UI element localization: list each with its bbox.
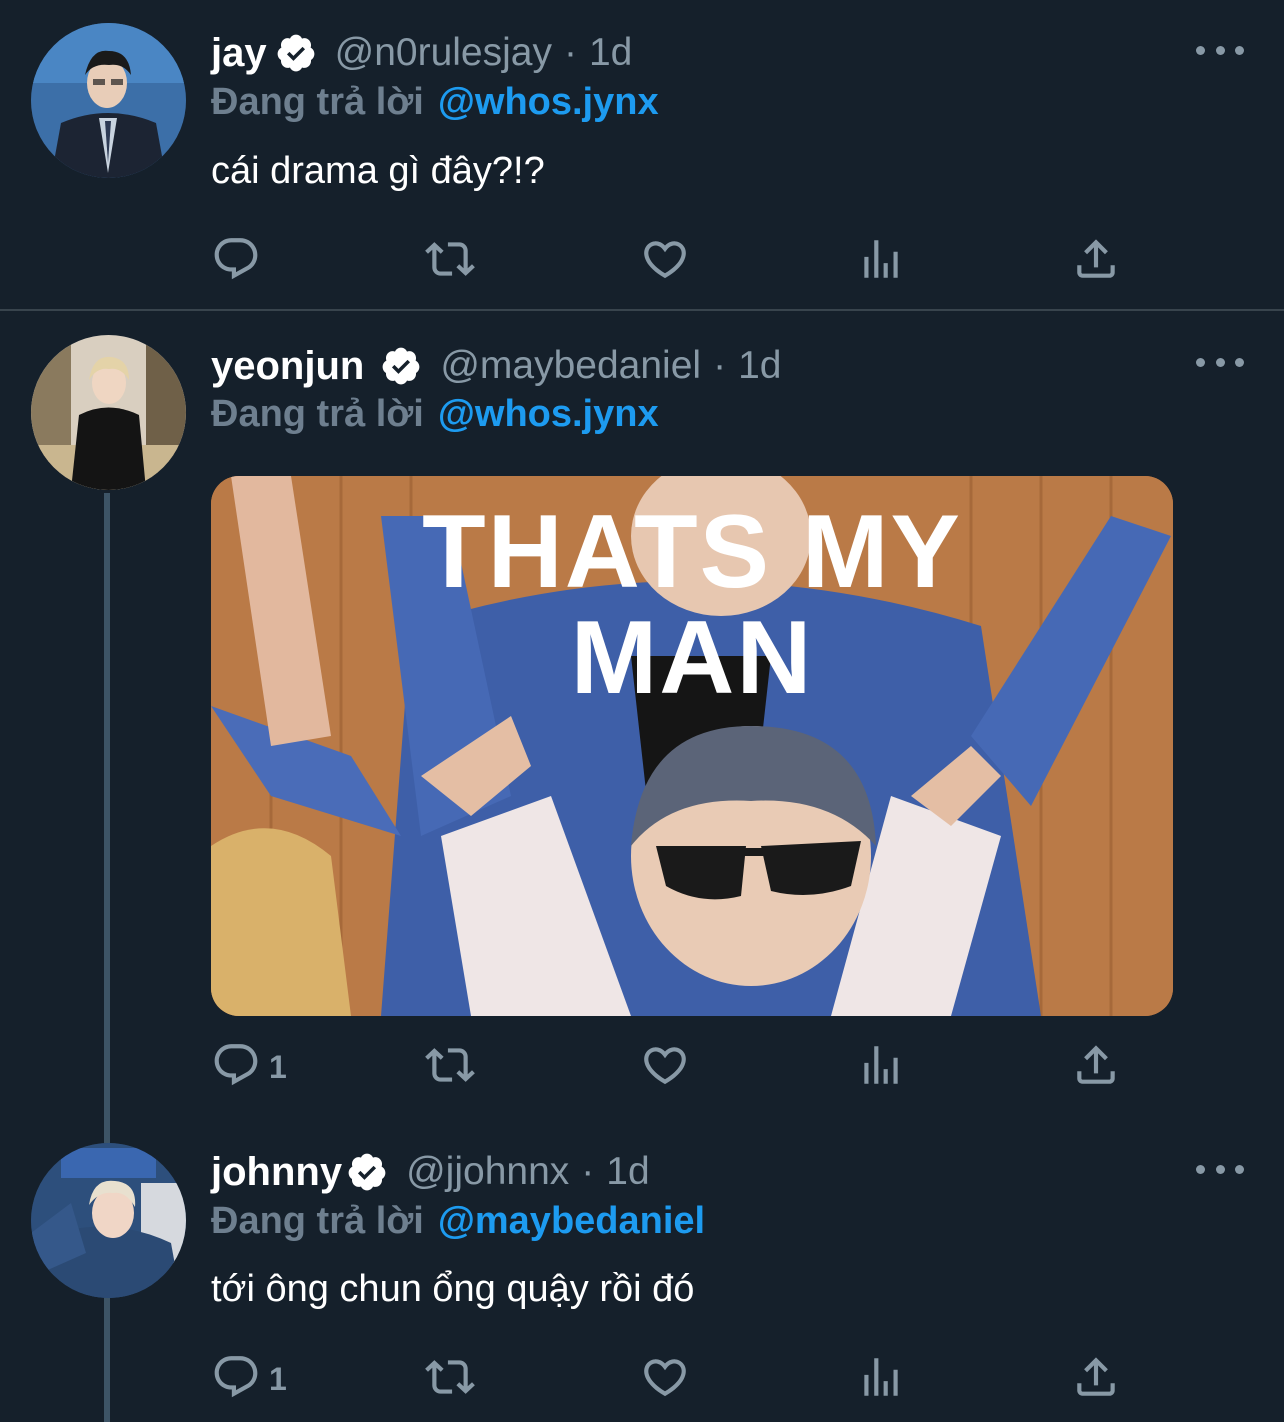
heart-icon xyxy=(640,1352,690,1407)
like-button[interactable] xyxy=(640,1353,690,1405)
tweet-feed: jay @n0rulesjay · 1d Đang trả lời @whos.… xyxy=(0,0,1284,1422)
verified-badge-icon xyxy=(380,345,422,387)
username-handle[interactable]: @n0rulesjay xyxy=(335,31,552,75)
tweet-text: tới ông chun ổng quậy rồi đó xyxy=(211,1268,695,1310)
heart-icon xyxy=(640,234,690,289)
share-button[interactable] xyxy=(1071,1353,1121,1405)
reply-icon xyxy=(211,234,261,289)
views-button[interactable] xyxy=(856,235,906,287)
timestamp[interactable]: 1d xyxy=(606,1150,649,1194)
separator-dot: · xyxy=(713,344,727,387)
display-name[interactable]: yeonjun xyxy=(211,344,364,389)
analytics-icon xyxy=(856,1040,906,1095)
tweet-actions: 1 xyxy=(211,1041,1131,1093)
reply-button[interactable] xyxy=(211,235,269,287)
avatar-yeonjun[interactable] xyxy=(31,335,186,490)
replying-to-label: Đang trả lời xyxy=(211,392,424,435)
tweet-divider xyxy=(0,309,1284,311)
display-name[interactable]: jay xyxy=(211,31,267,76)
reply-count: 1 xyxy=(269,1360,287,1397)
analytics-icon xyxy=(856,234,906,289)
display-name[interactable]: johnny xyxy=(211,1150,342,1195)
meme-caption-line-1: THATS MY xyxy=(422,494,962,610)
tweet-text: cái drama gì đây?!? xyxy=(211,150,545,192)
retweet-button[interactable] xyxy=(425,1041,475,1093)
tweet-header: jay @n0rulesjay · 1d xyxy=(211,28,632,78)
tweet-header: yeonjun @maybedaniel · 1d xyxy=(211,341,781,391)
heart-icon xyxy=(640,1040,690,1095)
retweet-icon xyxy=(425,1040,475,1095)
share-icon xyxy=(1071,234,1121,289)
replying-to: Đang trả lời @maybedaniel xyxy=(211,1196,705,1246)
retweet-icon xyxy=(425,234,475,289)
reply-icon xyxy=(211,1040,261,1095)
replying-to-label: Đang trả lời xyxy=(211,1199,424,1242)
avatar-jay[interactable] xyxy=(31,23,186,178)
tweet-actions: 1 xyxy=(211,1353,1131,1405)
reply-button[interactable]: 1 xyxy=(211,1041,287,1093)
views-button[interactable] xyxy=(856,1353,906,1405)
like-button[interactable] xyxy=(640,1041,690,1093)
replying-to-label: Đang trả lời xyxy=(211,80,424,123)
tweet-header: johnny @jjohnnx · 1d xyxy=(211,1147,650,1197)
like-button[interactable] xyxy=(640,235,690,287)
separator-dot: · xyxy=(581,1150,595,1193)
verified-badge-icon xyxy=(275,32,317,74)
avatar-johnny[interactable] xyxy=(31,1143,186,1298)
username-handle[interactable]: @maybedaniel xyxy=(440,344,701,388)
reply-button[interactable]: 1 xyxy=(211,1353,287,1405)
timestamp[interactable]: 1d xyxy=(589,31,632,75)
share-icon xyxy=(1071,1040,1121,1095)
more-icon[interactable] xyxy=(1196,352,1244,372)
reply-icon xyxy=(211,1352,261,1407)
replying-to-link[interactable]: @whos.jynx xyxy=(438,81,659,124)
views-button[interactable] xyxy=(856,1041,906,1093)
timestamp[interactable]: 1d xyxy=(738,344,781,388)
replying-to-link[interactable]: @maybedaniel xyxy=(438,1200,705,1243)
retweet-button[interactable] xyxy=(425,235,475,287)
replying-to: Đang trả lời @whos.jynx xyxy=(211,389,659,439)
analytics-icon xyxy=(856,1352,906,1407)
username-handle[interactable]: @jjohnnx xyxy=(406,1150,569,1194)
separator-dot: · xyxy=(563,31,577,74)
replying-to: Đang trả lời @whos.jynx xyxy=(211,77,659,127)
share-icon xyxy=(1071,1352,1121,1407)
more-icon[interactable] xyxy=(1196,40,1244,60)
more-icon[interactable] xyxy=(1196,1159,1244,1179)
retweet-button[interactable] xyxy=(425,1353,475,1405)
replying-to-link[interactable]: @whos.jynx xyxy=(438,393,659,436)
reply-count: 1 xyxy=(269,1048,287,1085)
meme-caption-line-2: MAN xyxy=(570,600,814,716)
tweet-media-gif[interactable]: THATS MY MAN xyxy=(211,476,1173,1016)
share-button[interactable] xyxy=(1071,1041,1121,1093)
retweet-icon xyxy=(425,1352,475,1407)
verified-badge-icon xyxy=(346,1151,388,1193)
share-button[interactable] xyxy=(1071,235,1121,287)
tweet-actions xyxy=(211,235,1131,287)
